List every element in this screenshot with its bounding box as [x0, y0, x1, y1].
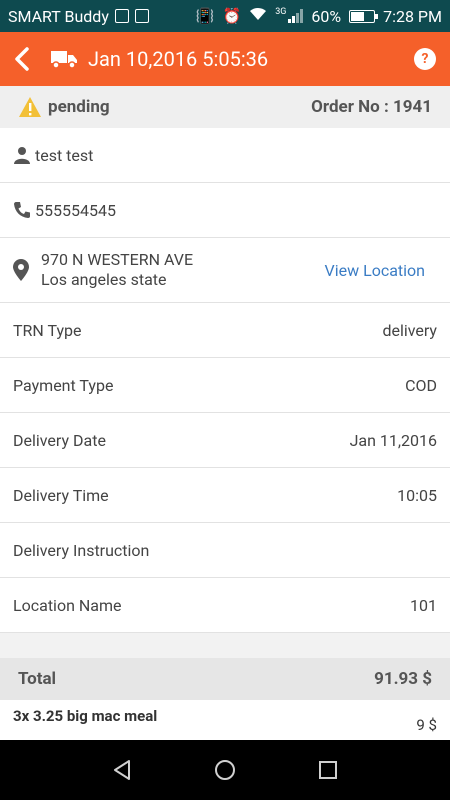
- nav-back-icon[interactable]: [110, 758, 134, 782]
- detail-row-delivery-time: Delivery Time 10:05: [0, 468, 450, 523]
- sim-icon: [114, 9, 129, 23]
- image-notification-icon: [134, 9, 149, 23]
- chevron-left-icon: [15, 47, 29, 71]
- clock: 7:28 PM: [383, 6, 442, 26]
- detail-row-delivery-instruction: Delivery Instruction: [0, 523, 450, 578]
- network-type-label: 3G: [275, 7, 287, 17]
- status-bar: SMART Buddy 📳 ⏰ 3G 60% 7:28 PM: [0, 0, 450, 32]
- detail-row-delivery-date: Delivery Date Jan 11,2016: [0, 413, 450, 468]
- person-icon: [14, 147, 30, 164]
- detail-label: Delivery Time: [13, 485, 109, 505]
- detail-value: 10:05: [397, 485, 437, 505]
- detail-value: 101: [410, 595, 437, 615]
- vibrate-icon: 📳: [195, 7, 215, 25]
- detail-label: Delivery Date: [13, 430, 106, 450]
- total-row: Total 91.93 $: [0, 658, 450, 700]
- delivery-truck-icon: [51, 51, 77, 69]
- carrier-label: SMART Buddy: [8, 6, 109, 26]
- detail-label: Payment Type: [13, 375, 114, 395]
- list-item: 3x 3.25 big mac meal 9 $: [0, 700, 450, 740]
- signal-icon: [288, 9, 304, 23]
- total-value: 91.93 $: [374, 669, 432, 689]
- item-price: 9 $: [416, 716, 437, 734]
- detail-row-location-name: Location Name 101: [0, 578, 450, 633]
- battery-percent: 60%: [311, 6, 342, 26]
- customer-phone: 555554545: [35, 200, 116, 220]
- system-navigation-bar: [0, 740, 450, 800]
- customer-address-row: 970 N WESTERN AVE Los angeles state View…: [0, 238, 450, 303]
- item-name: 3x 3.25 big mac meal: [13, 707, 158, 725]
- total-label: Total: [18, 669, 57, 689]
- detail-value: delivery: [382, 320, 437, 340]
- order-status-label: pending: [48, 97, 110, 117]
- warning-icon: [19, 97, 41, 117]
- help-button[interactable]: ?: [414, 48, 436, 70]
- customer-name-row: test test: [0, 128, 450, 183]
- wifi-icon: [249, 7, 267, 25]
- detail-label: Delivery Instruction: [13, 540, 150, 560]
- order-number: Order No : 1941: [311, 97, 432, 117]
- detail-row-payment-type: Payment Type COD: [0, 358, 450, 413]
- location-pin-icon: [13, 259, 29, 281]
- customer-phone-row[interactable]: 555554545: [0, 183, 450, 238]
- detail-row-trn-type: TRN Type delivery: [0, 303, 450, 358]
- nav-recents-icon[interactable]: [316, 758, 340, 782]
- battery-icon: [349, 9, 379, 23]
- alarm-icon: ⏰: [222, 7, 242, 25]
- section-spacer: [0, 633, 450, 658]
- back-button[interactable]: [0, 32, 44, 86]
- detail-label: Location Name: [13, 595, 122, 615]
- page-title: Jan 10,2016 5:05:36: [88, 47, 269, 71]
- detail-value: COD: [405, 375, 437, 395]
- order-status-row: pending Order No : 1941: [0, 86, 450, 128]
- customer-name: test test: [35, 145, 94, 165]
- view-location-link[interactable]: View Location: [325, 261, 425, 280]
- address-block: 970 N WESTERN AVE Los angeles state: [41, 250, 193, 290]
- phone-icon: [14, 202, 30, 218]
- detail-label: TRN Type: [13, 320, 82, 340]
- detail-value: Jan 11,2016: [349, 430, 437, 450]
- nav-home-icon[interactable]: [213, 758, 237, 782]
- address-line-1: 970 N WESTERN AVE: [41, 250, 194, 269]
- app-toolbar: Jan 10,2016 5:05:36 ?: [0, 32, 450, 86]
- address-line-2: Los angeles state: [41, 270, 167, 289]
